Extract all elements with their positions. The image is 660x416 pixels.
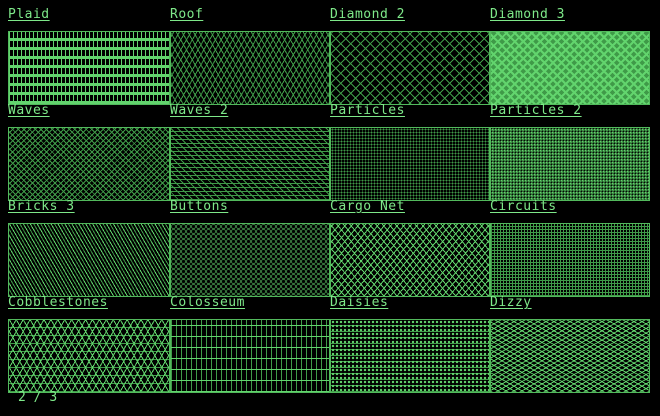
pattern-label: Bricks 3: [8, 199, 75, 214]
pattern-cell-waves-fine[interactable]: Waves 2: [170, 103, 330, 201]
page-indicator: 2 / 3: [18, 390, 57, 406]
pattern-label: Diamond 3: [490, 7, 565, 22]
pattern-swatch-colosseum[interactable]: [170, 319, 330, 393]
pattern-cell-diamond[interactable]: Diamond 2: [330, 7, 490, 105]
page-separator: /: [33, 390, 42, 405]
pattern-label: Roof: [170, 7, 204, 22]
pattern-cell-dizzy[interactable]: Dizzy: [490, 295, 650, 393]
pattern-cell-circuits[interactable]: Circuits: [490, 199, 650, 297]
pattern-swatch-plaid[interactable]: [8, 31, 170, 105]
pattern-label: Cobblestones: [8, 295, 108, 310]
pattern-swatch-cobblestones[interactable]: [8, 319, 170, 393]
pattern-swatch-waves[interactable]: [8, 127, 170, 201]
pattern-cell-bricks[interactable]: Bricks 3: [8, 199, 170, 297]
pattern-label: Dizzy: [490, 295, 532, 310]
pattern-cell-particles-dense[interactable]: Particles 2: [490, 103, 650, 201]
pattern-label: Particles 2: [490, 103, 582, 118]
pattern-label: Daisies: [330, 295, 389, 310]
pattern-swatch-circuits[interactable]: [490, 223, 650, 297]
pattern-cell-diamond-dense[interactable]: Diamond 3: [490, 7, 650, 105]
pattern-label: Particles: [330, 103, 405, 118]
pattern-label: Plaid: [8, 7, 50, 22]
pattern-swatch-daisies[interactable]: [330, 319, 490, 393]
pattern-cell-roof[interactable]: Roof: [170, 7, 330, 105]
pattern-swatch-buttons[interactable]: [170, 223, 330, 297]
pattern-cell-waves[interactable]: Waves: [8, 103, 170, 201]
pattern-cell-particles[interactable]: Particles: [330, 103, 490, 201]
pattern-label: Waves: [8, 103, 50, 118]
pattern-swatch-diamond[interactable]: [330, 31, 490, 105]
pattern-label: Waves 2: [170, 103, 229, 118]
pattern-label: Buttons: [170, 199, 229, 214]
current-page: 2: [18, 390, 26, 405]
pattern-grid: Plaid Roof Diamond 2 Diamond 3 Waves Waves 2 P…: [0, 0, 660, 416]
pattern-label: Colosseum: [170, 295, 245, 310]
pattern-swatch-cargo-net[interactable]: [330, 223, 490, 297]
pattern-label: Cargo Net: [330, 199, 405, 214]
pattern-cell-cargo-net[interactable]: Cargo Net: [330, 199, 490, 297]
pattern-swatch-particles-dense[interactable]: [490, 127, 650, 201]
pattern-cell-daisies[interactable]: Daisies: [330, 295, 490, 393]
total-pages: 3: [49, 390, 58, 405]
pattern-cell-buttons[interactable]: Buttons: [170, 199, 330, 297]
pattern-swatch-roof[interactable]: [170, 31, 330, 105]
pattern-swatch-bricks[interactable]: [8, 223, 170, 297]
pattern-swatch-particles[interactable]: [330, 127, 490, 201]
pattern-cell-plaid[interactable]: Plaid: [8, 7, 170, 105]
pattern-swatch-diamond-dense[interactable]: [490, 31, 650, 105]
pattern-cell-cobblestones[interactable]: Cobblestones: [8, 295, 170, 393]
pattern-swatch-dizzy[interactable]: [490, 319, 650, 393]
pattern-label: Circuits: [490, 199, 557, 214]
pattern-label: Diamond 2: [330, 7, 405, 22]
pattern-cell-colosseum[interactable]: Colosseum: [170, 295, 330, 393]
pattern-swatch-waves-fine[interactable]: [170, 127, 330, 201]
